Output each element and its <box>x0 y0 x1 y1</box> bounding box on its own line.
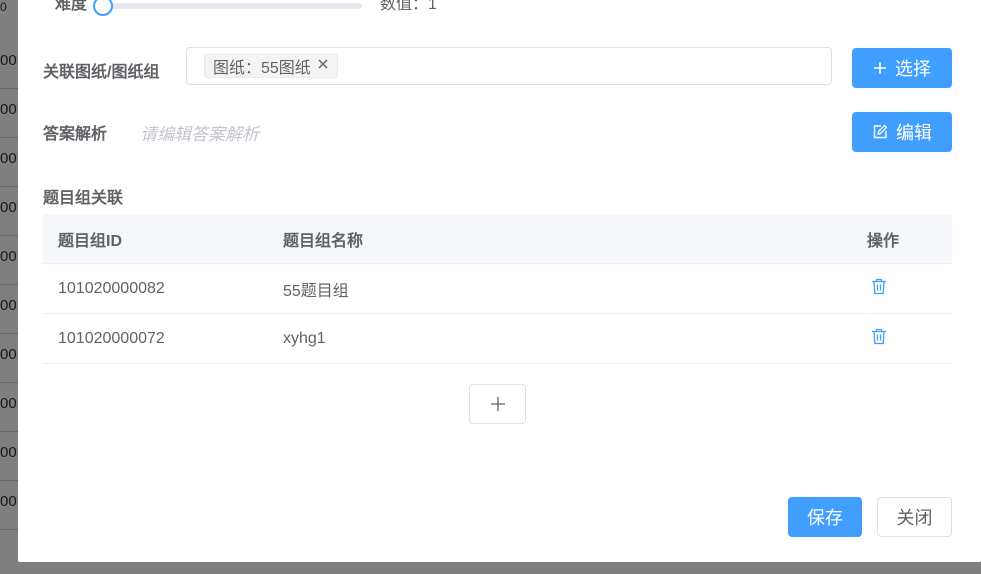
save-button[interactable]: 保存 <box>788 497 862 537</box>
drawing-select[interactable]: 图纸：55图纸 <box>186 47 832 85</box>
select-button-label: 选择 <box>895 59 931 79</box>
edit-question-dialog: 难度 数值：1 关联图纸/图纸组 图纸：55图纸 选择 答案解析 请编辑答案解析… <box>18 0 981 562</box>
action-cell <box>852 328 952 350</box>
plus-icon <box>873 61 887 75</box>
group-name-cell: xyhg1 <box>283 329 326 347</box>
column-header-name: 题目组名称 <box>283 232 364 250</box>
answer-placeholder: 请编辑答案解析 <box>140 125 259 144</box>
column-header-id: 题目组ID <box>58 232 123 250</box>
table-header: 题目组ID 题目组名称 操作 <box>43 214 952 264</box>
close-button[interactable]: 关闭 <box>877 497 952 537</box>
edit-answer-button[interactable]: 编辑 <box>852 112 952 152</box>
drawing-tag-label: 图纸：55图纸 <box>213 60 311 77</box>
close-icon[interactable] <box>317 57 329 75</box>
difficulty-value: 数值：1 <box>380 0 437 13</box>
slider-handle[interactable] <box>93 0 113 16</box>
save-button-label: 保存 <box>807 508 843 528</box>
drawing-label: 关联图纸/图纸组 <box>43 64 160 81</box>
column-header-action: 操作 <box>867 232 900 250</box>
edit-icon <box>872 124 888 140</box>
edit-button-label: 编辑 <box>896 123 932 143</box>
select-drawing-button[interactable]: 选择 <box>852 48 952 88</box>
add-group-button[interactable] <box>469 384 526 424</box>
trash-icon[interactable] <box>871 278 887 295</box>
group-id-cell: 101020000082 <box>58 279 165 297</box>
difficulty-slider <box>18 0 418 20</box>
group-table: 题目组ID 题目组名称 操作 101020000082 55题目组 101020… <box>43 214 952 364</box>
close-button-label: 关闭 <box>896 508 933 528</box>
group-name-cell: 55题目组 <box>283 282 349 300</box>
table-row: 101020000072 xyhg1 <box>43 314 952 364</box>
group-section-title: 题目组关联 <box>43 190 124 207</box>
table-row: 101020000082 55题目组 <box>43 264 952 314</box>
drawing-tag: 图纸：55图纸 <box>204 54 338 78</box>
group-id-cell: 101020000072 <box>58 329 165 347</box>
slider-track[interactable] <box>106 3 362 9</box>
action-cell <box>852 278 952 300</box>
trash-icon[interactable] <box>871 328 887 345</box>
plus-icon <box>490 396 506 412</box>
answer-label: 答案解析 <box>43 126 108 143</box>
